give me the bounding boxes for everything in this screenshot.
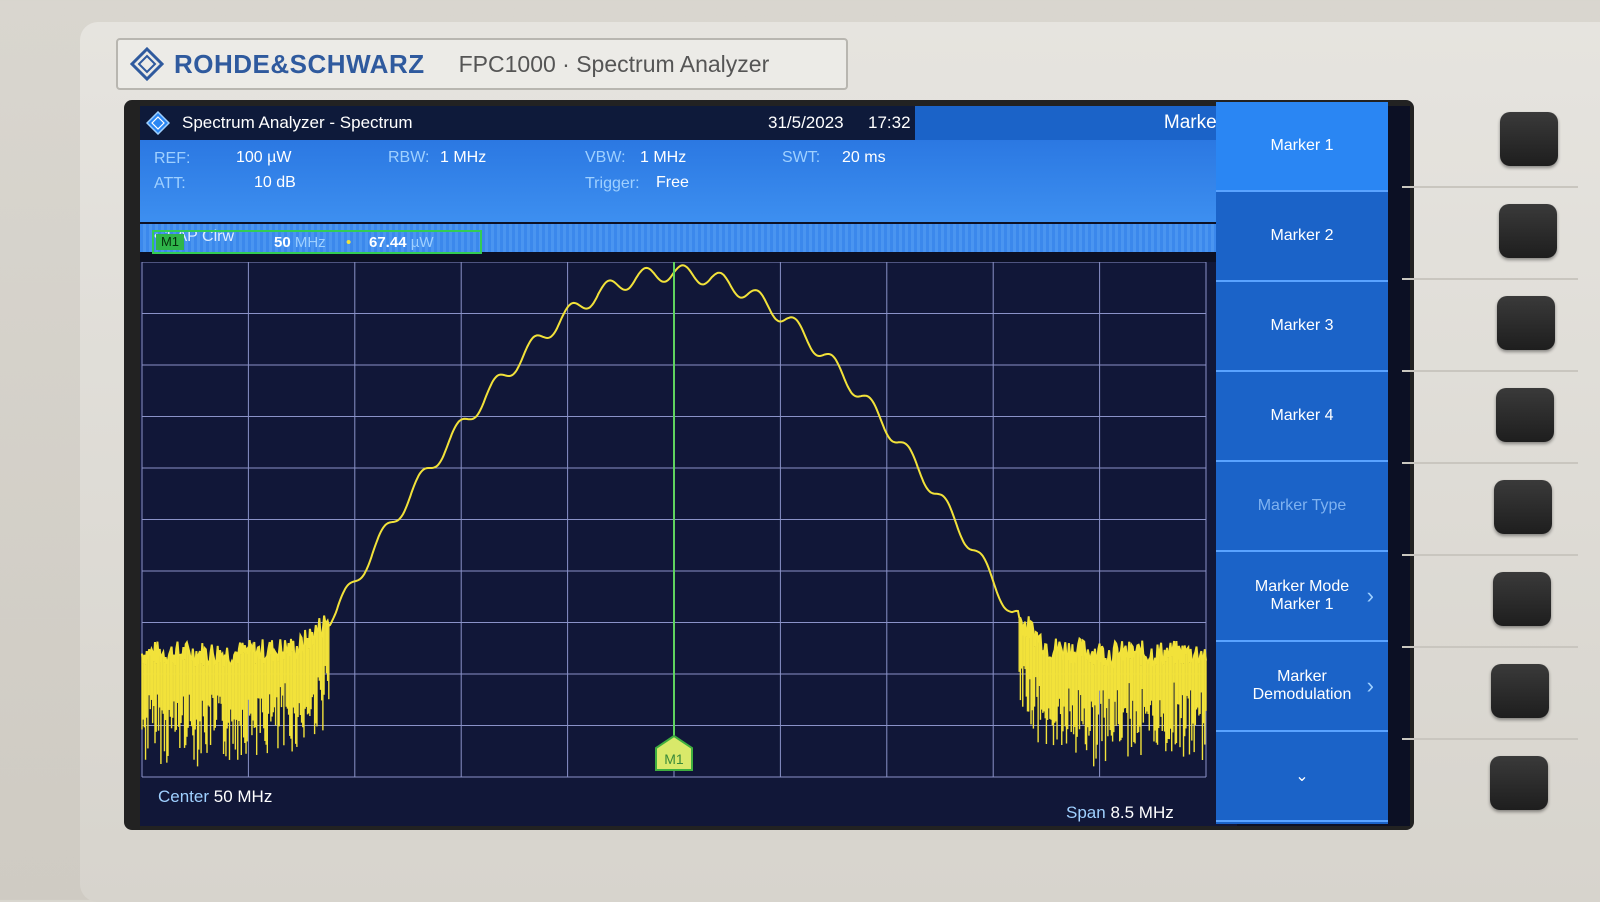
vbw-value: 1 MHz	[640, 149, 687, 166]
trigger-label: Trigger:	[585, 175, 640, 192]
swt-value: 20 ms	[842, 149, 886, 166]
softkey-label: Marker Demodulation	[1252, 668, 1352, 703]
hardware-divider	[1402, 278, 1578, 280]
device-model: FPC1000 · Spectrum Analyzer	[458, 50, 770, 77]
hardware-divider	[1402, 554, 1578, 556]
spectrum-chart[interactable]: M1 Center 50 MHz Span 8.5 MHz	[140, 262, 1237, 826]
time-display: 17:32	[868, 113, 911, 132]
softkey-2[interactable]: Marker 2	[1216, 192, 1388, 282]
marker-frequency: 50 MHz	[274, 234, 326, 251]
hardware-divider	[1402, 462, 1578, 464]
att-label: ATT:	[154, 175, 186, 192]
hardware-divider	[1402, 646, 1578, 648]
hardware-softkey-button-1[interactable]	[1500, 112, 1558, 166]
softkey-4[interactable]: Marker 4	[1216, 372, 1388, 462]
hardware-softkey-button-6[interactable]	[1492, 572, 1551, 626]
title-bar: Spectrum Analyzer - Spectrum 31/5/2023 1…	[140, 106, 1237, 140]
hardware-softkey-button-2[interactable]	[1498, 204, 1557, 258]
marker-dot-icon: •	[346, 234, 352, 251]
softkey-1[interactable]: Marker 1	[1216, 102, 1388, 192]
ref-label: REF:	[154, 150, 191, 167]
chart-background	[140, 262, 1237, 826]
hardware-divider	[1402, 370, 1578, 372]
softkey-label: Marker 4	[1270, 407, 1334, 424]
hardware-softkey-button-5[interactable]	[1494, 480, 1552, 534]
span-display: Span 8.5 MHz	[1066, 803, 1174, 822]
softkey-8[interactable]: ⌄	[1216, 732, 1388, 822]
date-display: 31/5/2023	[768, 113, 844, 132]
window-title: Spectrum Analyzer - Spectrum	[182, 113, 413, 132]
ref-value: 100 µW	[236, 149, 292, 166]
att-value: 10 dB	[254, 174, 296, 191]
brand-plate: ROHDE&SCHWARZ FPC1000 · Spectrum Analyze…	[116, 38, 848, 90]
softkey-label: Marker 3	[1270, 317, 1334, 334]
rs-diamond-icon	[146, 111, 170, 135]
softkey-label: Marker 1	[1270, 137, 1334, 154]
softkey-label: Marker 2	[1270, 227, 1334, 244]
softkey-label: Marker Type	[1257, 497, 1347, 514]
marker-flag-label: M1	[664, 751, 684, 767]
brand-name: ROHDE&SCHWARZ	[174, 48, 425, 79]
trigger-value: Free	[656, 174, 689, 191]
rbw-value: 1 MHz	[440, 149, 487, 166]
hardware-softkey-button-3[interactable]	[1497, 296, 1555, 350]
softkey-3[interactable]: Marker 3	[1216, 282, 1388, 372]
hardware-divider	[1402, 738, 1578, 740]
softkey-5: Marker Type	[1216, 462, 1388, 552]
chevron-right-icon: ›	[1366, 583, 1374, 608]
marker-value: 67.44 µW	[369, 234, 434, 251]
center-frequency: Center 50 MHz	[158, 787, 272, 806]
chevron-right-icon: ›	[1366, 673, 1374, 698]
softkey-label: ⌄	[1295, 768, 1309, 785]
measurement-params[interactable]: REF: 100 µW ATT: 10 dB RBW: 1 MHz VBW: 1…	[140, 140, 1237, 252]
menu-title: Marker	[915, 106, 1237, 140]
hardware-softkey-button-7[interactable]	[1491, 664, 1549, 718]
hardware-divider	[1402, 186, 1578, 188]
rbw-label: RBW:	[388, 149, 430, 166]
softkey-panel: Marker 1 Marker 2 Marker 3 Marker 4 Marker T…	[1216, 102, 1388, 824]
hardware-softkey-button-4[interactable]	[1495, 388, 1554, 442]
marker-readout[interactable]: M1 50 MHz • 67.44 µW	[152, 230, 482, 254]
hardware-softkey-button-8[interactable]	[1489, 756, 1548, 810]
softkey-6[interactable]: Marker Mode Marker 1 ›	[1216, 552, 1388, 642]
swt-label: SWT:	[782, 149, 821, 166]
softkey-label: Marker Mode Marker 1	[1254, 578, 1350, 613]
vbw-label: VBW:	[585, 149, 626, 166]
softkey-7[interactable]: Marker Demodulation ›	[1216, 642, 1388, 732]
marker-tag: M1	[156, 234, 184, 250]
rs-logo-icon	[130, 47, 164, 81]
